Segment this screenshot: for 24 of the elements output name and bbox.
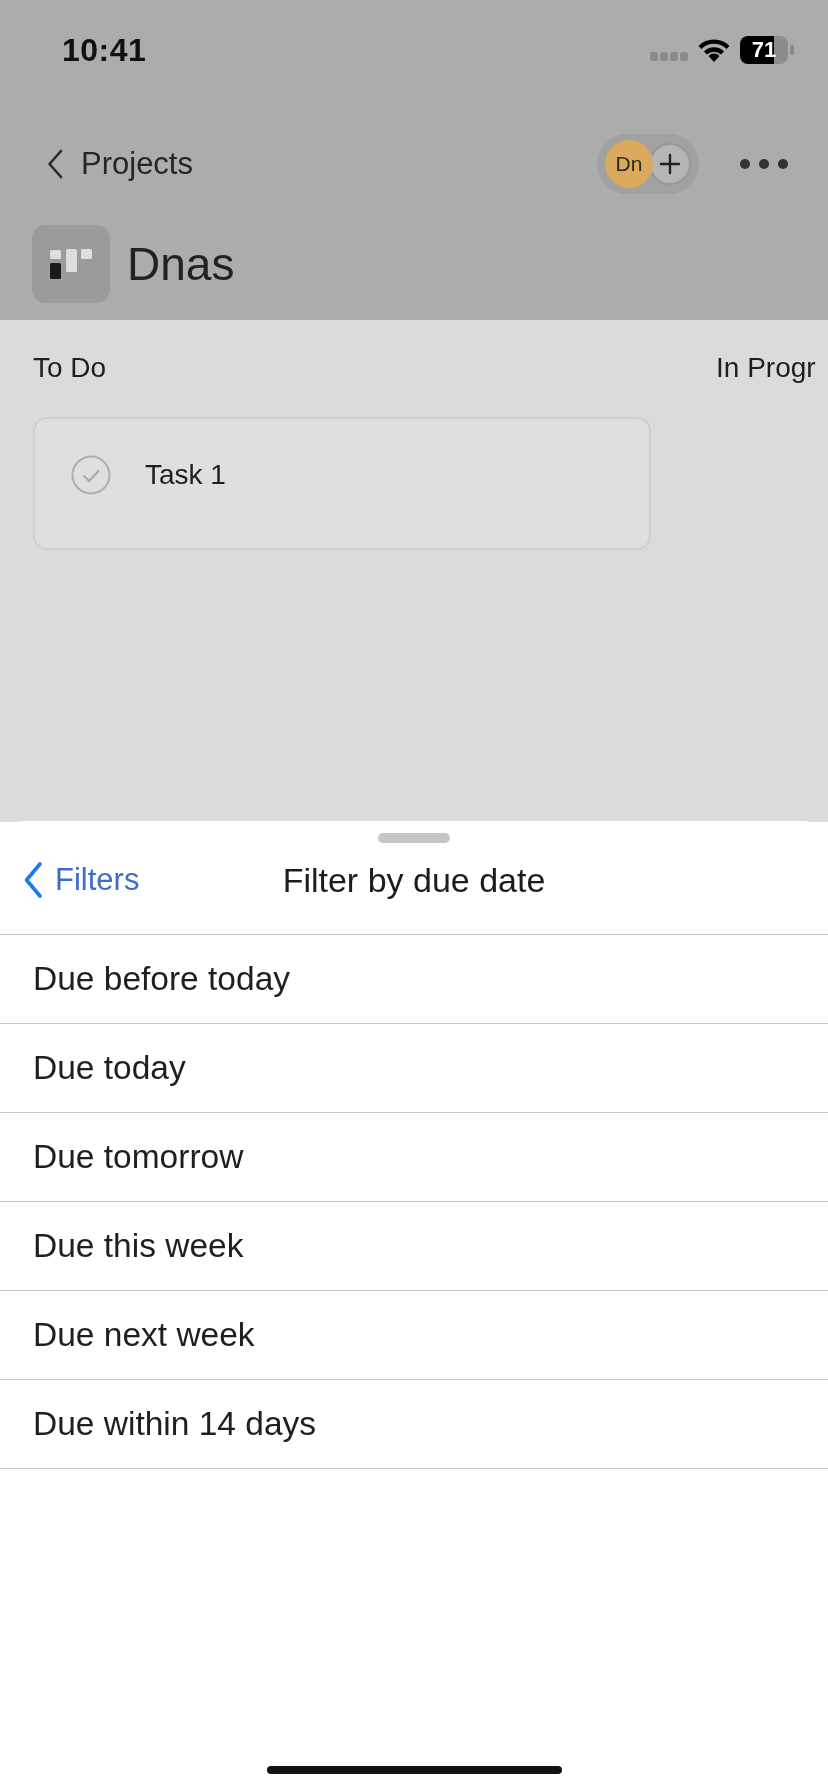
- more-icon[interactable]: [740, 159, 788, 169]
- filter-option[interactable]: Due today: [0, 1024, 828, 1113]
- filter-option[interactable]: Due before today: [0, 935, 828, 1024]
- back-button[interactable]: Filters: [23, 861, 140, 899]
- filter-option[interactable]: Due next week: [0, 1291, 828, 1380]
- task-card[interactable]: Task 1: [33, 417, 651, 550]
- member-avatar[interactable]: Dn: [605, 140, 653, 188]
- column-title: To Do: [33, 352, 107, 384]
- filter-option[interactable]: Due within 14 days: [0, 1380, 828, 1469]
- filter-option[interactable]: Due tomorrow: [0, 1113, 828, 1202]
- chevron-left-icon: [23, 861, 43, 899]
- check-circle-outline-icon[interactable]: [71, 455, 111, 495]
- task-title: Task 1: [145, 458, 226, 492]
- filter-option[interactable]: Due this week: [0, 1202, 828, 1291]
- add-member-icon[interactable]: [649, 143, 691, 185]
- status-time: 10:41: [62, 31, 147, 69]
- project-title: Dnas: [127, 237, 235, 291]
- back-button[interactable]: Projects: [47, 146, 193, 182]
- column-title: In Progr: [716, 352, 816, 384]
- sheet-title: Filter by due date: [282, 860, 546, 900]
- project-board-icon: [32, 225, 110, 303]
- chevron-left-icon: [47, 149, 63, 179]
- wifi-icon: [697, 38, 731, 62]
- signal-icon: [650, 51, 688, 61]
